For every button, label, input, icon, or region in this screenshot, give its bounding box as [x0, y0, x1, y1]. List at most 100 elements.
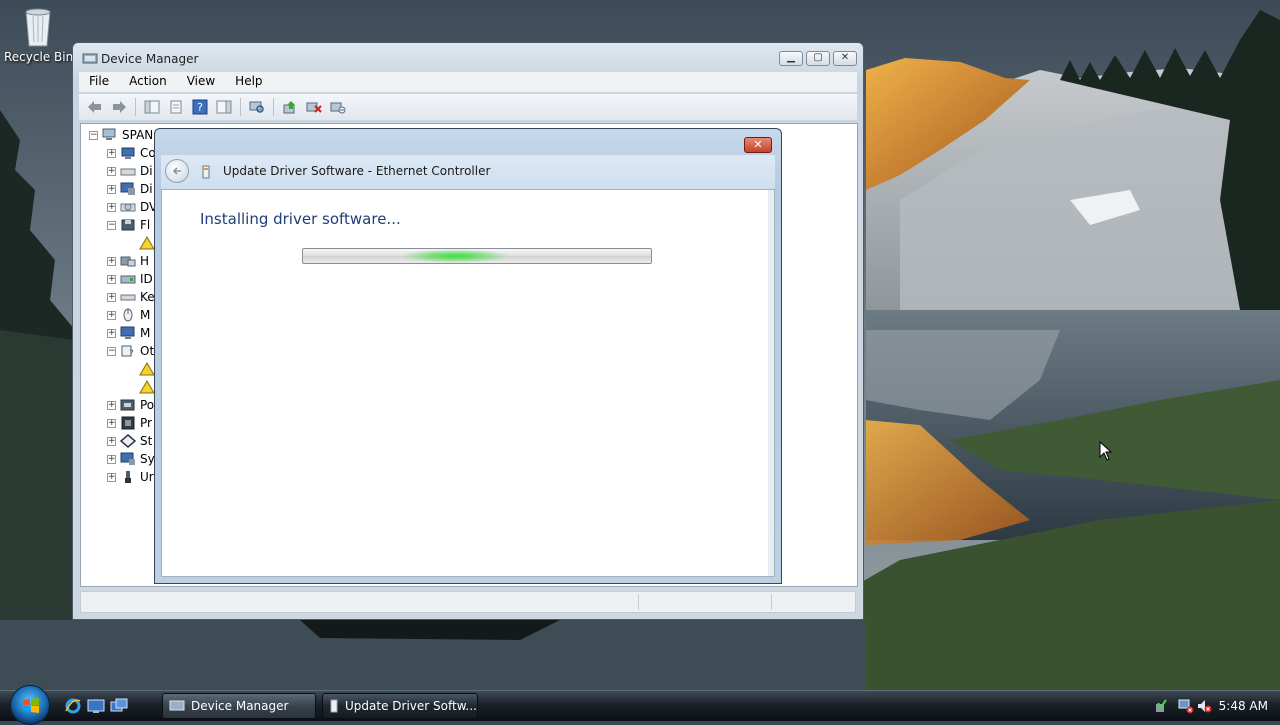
- tree-node-label: Ke: [140, 290, 155, 304]
- collapse-icon[interactable]: −: [107, 346, 116, 356]
- tree-node[interactable]: + Di: [107, 162, 153, 180]
- disable-icon[interactable]: [328, 98, 348, 116]
- device-manager-titlebar[interactable]: Device Manager ▁ ▢ ✕: [73, 43, 863, 73]
- tree-node[interactable]: + ID: [107, 270, 153, 288]
- device-manager-icon: [82, 53, 98, 64]
- expand-icon[interactable]: +: [107, 256, 116, 266]
- expand-icon[interactable]: +: [107, 400, 116, 410]
- tree-root[interactable]: − SPAN: [89, 126, 153, 144]
- back-arrow-icon: [172, 167, 181, 175]
- help-icon[interactable]: ?: [190, 98, 210, 116]
- toolbar-separator: [135, 98, 136, 116]
- scan-hardware-icon[interactable]: [247, 98, 267, 116]
- warning-device-icon: [139, 362, 155, 376]
- tree-node-label: Sy: [140, 452, 155, 466]
- expand-icon[interactable]: +: [107, 454, 116, 464]
- dialog-close-button[interactable]: ✕: [744, 137, 772, 153]
- taskbar-device-manager-button[interactable]: Device Manager: [162, 693, 316, 719]
- start-button[interactable]: [10, 685, 50, 725]
- tree-node[interactable]: + Di: [107, 180, 153, 198]
- tree-node-label: ID: [140, 272, 153, 286]
- tree-node[interactable]: + Co: [107, 144, 156, 162]
- keyboard-icon: [120, 294, 136, 301]
- show-desktop-icon[interactable]: [87, 697, 105, 715]
- display-adapter-icon: [120, 182, 135, 195]
- minimize-button[interactable]: ▁: [779, 51, 803, 66]
- expand-icon[interactable]: +: [107, 418, 116, 428]
- tree-node-label: H: [140, 254, 150, 268]
- collapse-icon[interactable]: −: [107, 220, 116, 230]
- expand-icon[interactable]: +: [107, 184, 116, 194]
- back-arrow-button[interactable]: [165, 159, 189, 183]
- processor-icon: [121, 416, 135, 430]
- update-driver-icon[interactable]: [280, 98, 300, 116]
- close-button[interactable]: ✕: [833, 51, 857, 66]
- svg-text:?: ?: [129, 349, 134, 358]
- taskbar: Device Manager Update Driver Softw... 5:…: [0, 685, 1280, 725]
- storage-controller-icon: [120, 434, 136, 448]
- expand-icon[interactable]: +: [107, 148, 116, 158]
- switch-windows-icon[interactable]: [110, 697, 128, 715]
- tree-node[interactable]: − Fl: [107, 216, 150, 234]
- hid-icon: [120, 256, 136, 267]
- taskbar-button-label: Update Driver Softw...: [345, 699, 477, 713]
- forward-icon[interactable]: [109, 98, 129, 116]
- tree-node-label: M: [140, 326, 151, 340]
- tree-node[interactable]: + H: [107, 252, 149, 270]
- show-hide-console-tree-icon[interactable]: [142, 98, 162, 116]
- tree-node[interactable]: + Pr: [107, 414, 152, 432]
- internet-explorer-icon[interactable]: [64, 697, 82, 715]
- dialog-scroll-edge: [768, 190, 774, 576]
- tree-node[interactable]: + Ke: [107, 288, 155, 306]
- computer-icon: [121, 147, 135, 159]
- tree-node-label: Po: [140, 398, 155, 412]
- tree-node[interactable]: + M: [107, 306, 150, 324]
- network-disconnected-icon[interactable]: [1178, 698, 1194, 714]
- tree-node[interactable]: −? Ot: [107, 342, 154, 360]
- back-icon[interactable]: [85, 98, 105, 116]
- tree-node[interactable]: + Po: [107, 396, 154, 414]
- tree-node-label: Pr: [140, 416, 152, 430]
- expand-icon[interactable]: +: [107, 328, 116, 338]
- recycle-bin-desktop-icon[interactable]: Recycle Bin: [4, 4, 73, 64]
- expand-icon[interactable]: +: [107, 202, 116, 212]
- tree-node[interactable]: + M: [107, 324, 150, 342]
- uninstall-icon[interactable]: [304, 98, 324, 116]
- dvd-drive-icon: [120, 203, 136, 212]
- safely-remove-hardware-icon[interactable]: [1152, 698, 1168, 714]
- expand-icon[interactable]: +: [107, 436, 116, 446]
- expand-icon[interactable]: +: [107, 274, 116, 284]
- maximize-button[interactable]: ▢: [806, 51, 830, 66]
- taskbar-update-driver-button[interactable]: Update Driver Softw...: [322, 693, 478, 719]
- notification-area: 5:48 AM: [1140, 691, 1280, 721]
- marquee-progress-bar: [302, 248, 652, 264]
- usb-controller-icon: [125, 471, 131, 483]
- menu-help[interactable]: Help: [225, 72, 272, 92]
- ethernet-controller-icon: [330, 699, 338, 713]
- menu-bar: File Action View Help: [79, 72, 857, 92]
- properties-icon[interactable]: [166, 98, 186, 116]
- tree-node[interactable]: + Ur: [107, 468, 154, 486]
- update-driver-dialog: ✕ Update Driver Software - Ethernet Cont…: [154, 128, 782, 584]
- menu-view[interactable]: View: [177, 72, 225, 92]
- show-action-pane-icon[interactable]: [214, 98, 234, 116]
- expand-icon[interactable]: +: [107, 166, 116, 176]
- expand-icon[interactable]: +: [107, 310, 116, 320]
- recycle-bin-icon: [20, 4, 56, 48]
- tree-node-label: M: [140, 308, 151, 322]
- toolbar: ?: [79, 94, 857, 120]
- collapse-icon[interactable]: −: [89, 130, 98, 140]
- menu-action[interactable]: Action: [119, 72, 177, 92]
- expand-icon[interactable]: +: [107, 472, 116, 482]
- volume-muted-icon[interactable]: [1196, 698, 1212, 714]
- taskbar-clock[interactable]: 5:48 AM: [1219, 699, 1268, 713]
- expand-icon[interactable]: +: [107, 292, 116, 302]
- tree-node[interactable]: + St: [107, 432, 152, 450]
- tree-node[interactable]: + Sy: [107, 450, 155, 468]
- taskbar-button-label: Device Manager: [191, 699, 289, 713]
- ethernet-controller-icon: [202, 165, 210, 179]
- tree-node-label: St: [140, 434, 153, 448]
- toolbar-separator: [240, 98, 241, 116]
- menu-file[interactable]: File: [79, 72, 119, 92]
- tree-node[interactable]: + DV: [107, 198, 157, 216]
